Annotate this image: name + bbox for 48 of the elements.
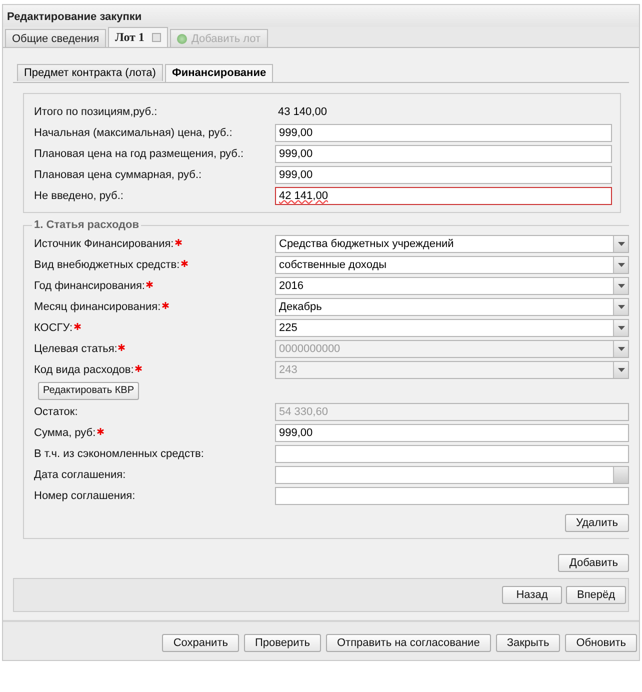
field-label: Плановая цена суммарная, руб.: [34,168,203,180]
field-label: Не введено, руб.: [34,190,124,202]
tab[interactable]: Финансирование [164,64,274,82]
dropdown[interactable]: собственные доходы [275,256,629,274]
tab[interactable]: Общие сведения [5,29,106,47]
field-label: Дата соглашения: [34,468,126,480]
add-button[interactable]: Добавить [558,554,629,572]
tab[interactable]: Лот 1 [108,27,168,47]
edit-kvr-button[interactable]: Редактировать КВР [38,382,140,400]
dropdown[interactable]: 225 [275,318,629,336]
input-field[interactable] [275,444,629,462]
input-field[interactable]: 999,00 [275,166,612,184]
field-label: Сумма, руб: [34,426,96,438]
field-label: Источник Финансирования: [34,238,174,250]
field-label: Номер соглашения: [34,490,136,502]
footer-button[interactable]: Закрыть [496,634,560,652]
field-label: Остаток: [34,406,78,418]
tab[interactable]: Предмет контракта (лота) [17,64,163,81]
delete-button[interactable]: Удалить [565,514,629,532]
field-label: Месяц финансирования: [34,300,161,312]
nav-button[interactable]: Вперёд [566,586,626,604]
plus-icon [177,34,188,44]
field-label: КОСГУ: [34,322,73,334]
input-field[interactable]: 999,00 [275,144,612,162]
field-label: Итого по позициям,руб.: [34,106,158,118]
input-field[interactable]: 999,00 [275,124,612,142]
field-label: Плановая цена на год размещения, руб.: [34,148,245,160]
field-label: Вид внебюджетных средств: [34,258,180,270]
footer-button[interactable]: Сохранить [162,634,239,652]
dropdown[interactable]: Средства бюджетных учреждений [275,234,629,252]
fieldset-legend: 1. Статья расходов [32,219,141,231]
field-label: Год финансирования: [34,280,145,292]
field-label: В т.ч. из сэкономленных средств: [34,448,204,460]
dropdown[interactable]: 2016 [275,276,629,294]
input-field[interactable]: 999,00 [275,424,629,442]
field-label: Начальная (максимальная) цена, руб.: [34,126,234,138]
dropdown[interactable]: Декабрь [275,298,629,316]
field-label: Целевая статья: [34,342,118,354]
input-field[interactable]: 42 141,00 [275,186,612,204]
footer-button[interactable]: Обновить [565,634,637,652]
footer-button[interactable]: Отправить на согласование [326,634,491,652]
footer-button[interactable]: Проверить [244,634,321,652]
input-field[interactable] [275,486,629,504]
field-label: Код вида расходов: [34,364,134,376]
window-title: Редактирование закупки [3,5,639,27]
total-value: 43 140,00 [277,106,327,118]
date-field[interactable] [275,466,629,484]
nav-button[interactable]: Назад [502,586,562,604]
